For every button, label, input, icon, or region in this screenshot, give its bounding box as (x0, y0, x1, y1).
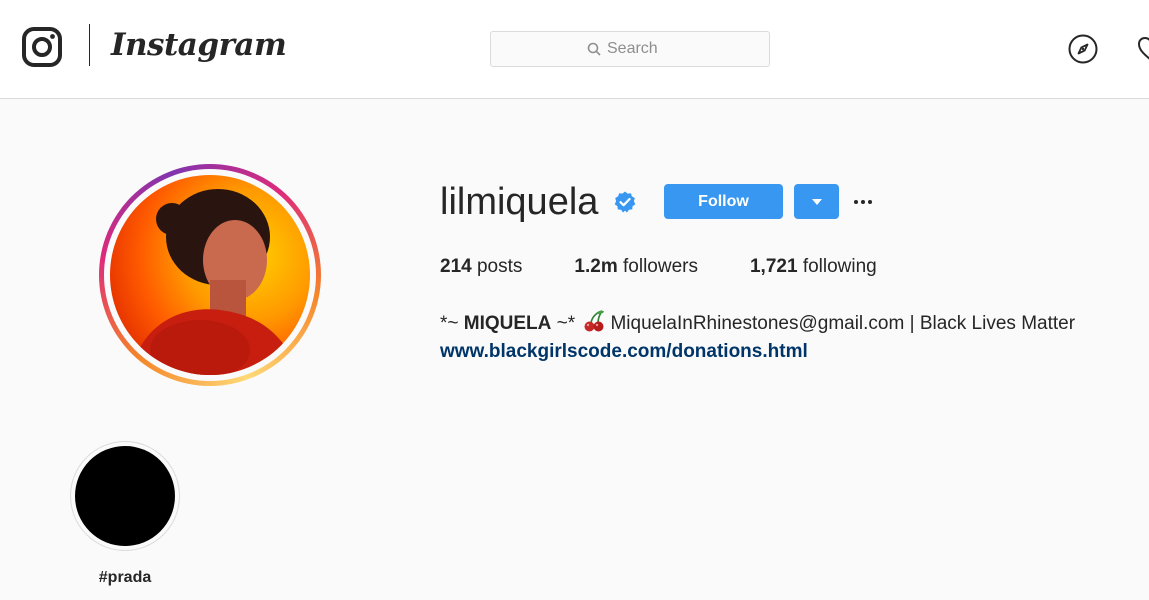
search-placeholder: Search (607, 40, 658, 57)
verified-badge-icon (614, 191, 636, 213)
instagram-glyph-icon[interactable] (22, 27, 62, 67)
cherry-icon (584, 310, 605, 332)
followers-count: 1.2m (574, 256, 618, 277)
profile-bio: *~ MIQUELA ~* MiquelaInRhinestones@gmail… (440, 309, 1075, 336)
profile-username: lilmiquela (440, 181, 599, 223)
follow-button[interactable]: Follow (664, 184, 783, 219)
profile-avatar-story-ring[interactable] (99, 164, 321, 386)
highlight-cover (75, 446, 175, 546)
bio-suffix: ~* (551, 313, 576, 334)
logo-divider (89, 24, 90, 66)
bio-prefix: *~ (440, 313, 464, 334)
highlight-label[interactable]: #prada (70, 568, 180, 588)
top-navigation-bar: Instagram Search (0, 0, 1149, 99)
more-options-icon[interactable] (853, 192, 873, 212)
heart-icon[interactable] (1136, 34, 1149, 64)
bio-text: MiquelaInRhinestones@gmail.com | Black L… (610, 313, 1076, 334)
following-count: 1,721 (749, 256, 798, 277)
posts-label: posts (476, 256, 523, 277)
followers-stat[interactable]: 1.2m followers (574, 256, 698, 278)
profile-stats: 214 posts 1.2m followers 1,721 following (440, 256, 877, 278)
suggested-accounts-dropdown-button[interactable] (794, 184, 839, 219)
bio-display-name: MIQUELA (463, 313, 552, 334)
caret-down-icon (811, 198, 822, 205)
following-label: following (802, 256, 877, 277)
posts-stat: 214 posts (440, 256, 522, 278)
search-icon (587, 42, 601, 56)
instagram-wordmark[interactable]: Instagram (111, 25, 287, 65)
following-stat[interactable]: 1,721 following (750, 256, 877, 278)
explore-compass-icon[interactable] (1067, 33, 1099, 65)
avatar-portrait-illustration (130, 189, 300, 375)
profile-avatar (110, 175, 310, 375)
story-highlight-prada[interactable] (70, 441, 180, 551)
posts-count: 214 (440, 256, 472, 277)
search-input[interactable]: Search (490, 31, 770, 67)
bio-website-link[interactable]: www.blackgirlscode.com/donations.html (440, 340, 808, 364)
followers-label: followers (623, 256, 698, 277)
